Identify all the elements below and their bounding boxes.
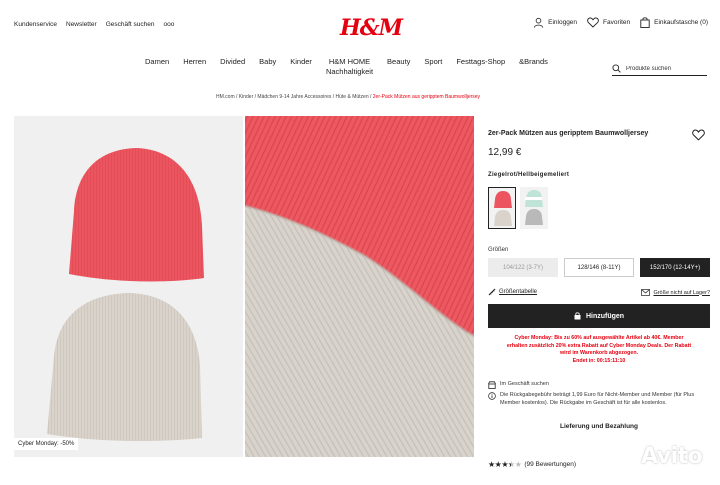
newsletter-link[interactable]: Newsletter [66, 21, 97, 28]
breadcrumb: HM.com / Kinder / Mädchen 9-14 Jahre Acc… [216, 94, 481, 100]
lock-bag-icon [574, 312, 581, 320]
nav-damen[interactable]: Damen [145, 57, 169, 77]
hm-logo[interactable]: H&M [340, 15, 403, 41]
promo-countdown: Endet in: 00:15:11:10 [572, 357, 626, 364]
nav-baby[interactable]: Baby [259, 57, 276, 77]
shopping-bag-icon [640, 17, 650, 28]
nav-hm-home[interactable]: H&M HOME [329, 57, 370, 66]
login-label: Einloggen [548, 19, 578, 26]
nav-nachhaltigkeit[interactable]: Nachhaltigkeit [326, 67, 373, 76]
login-link[interactable]: Einloggen [533, 17, 577, 28]
size-option-104-122[interactable]: 104/122 (3-7Y) [488, 258, 558, 277]
promo-line: erhalten zusätzlich 20% extra Rabatt auf… [506, 342, 692, 349]
size-option-128-146[interactable]: 128/146 (8-11Y) [564, 258, 634, 277]
nav-festtags-shop[interactable]: Festtags-Shop [456, 57, 505, 77]
fabric-closeup-image [245, 116, 474, 457]
top-bar: Kundenservice Newsletter Geschäft suchen… [0, 0, 720, 50]
customer-service-link[interactable]: Kundenservice [14, 21, 57, 28]
swatch-red-beige-image [494, 191, 512, 226]
mail-icon [641, 289, 651, 296]
add-to-cart-button[interactable]: Hinzufügen [488, 304, 710, 328]
delivery-payment-link[interactable]: Lieferung und Bezahlung [488, 423, 710, 430]
search-bar [612, 62, 707, 76]
main-navigation: Damen Herren Divided Baby Kinder H&M HOM… [0, 57, 720, 79]
store-search-label: Im Geschäft suchen [500, 381, 549, 387]
nav-sport[interactable]: Sport [424, 57, 442, 77]
nav-brands[interactable]: &Brands [519, 57, 548, 77]
size-notify-label: Größe nicht auf Lager? [653, 289, 710, 296]
breadcrumb-item[interactable]: Kinder [239, 94, 253, 100]
heart-icon [587, 17, 599, 28]
color-swatch-selected[interactable] [488, 187, 516, 229]
color-name: Ziegelrot/Hellbeigemeliert [488, 172, 570, 178]
favorites-label: Favoriten [603, 19, 631, 26]
product-title: 2er-Pack Mützen aus geripptem Baumwollje… [488, 130, 649, 137]
breadcrumb-item[interactable]: Mädchen 9-14 Jahre Accessoires [257, 94, 331, 100]
nav-items: Damen Herren Divided Baby Kinder H&M HOM… [145, 57, 562, 77]
nav-kinder[interactable]: Kinder [290, 57, 312, 77]
rating-count: (99 Bewertungen) [524, 461, 577, 468]
nav-herren[interactable]: Herren [183, 57, 206, 77]
avito-watermark: Avito [612, 443, 703, 469]
utility-links: Kundenservice Newsletter Geschäft suchen… [14, 21, 174, 28]
store-icon [488, 381, 496, 389]
promo-line: Cyber Monday: Bis zu 60% auf ausgewählte… [514, 335, 684, 341]
product-price: 12,99 € [488, 147, 522, 158]
promo-line: wird im Warenkorb abgezogen. [559, 350, 639, 356]
return-info: Die Rückgabegebühr beträgt 1,99 Euro für… [488, 392, 710, 407]
account-links: Einloggen Favoriten Einkaufstasche (0) [533, 17, 708, 28]
cyber-monday-promo: Cyber Monday: Bis zu 60% auf ausgewählte… [488, 335, 710, 365]
breadcrumb-item[interactable]: HM.com [216, 94, 235, 100]
search-icon [612, 64, 621, 73]
beanies-image [47, 148, 204, 442]
ruler-icon [488, 288, 496, 296]
add-to-cart-label: Hinzufügen [585, 312, 625, 320]
nav-divided[interactable]: Divided [220, 57, 245, 77]
nav-home-group: H&M HOME Nachhaltigkeit [326, 57, 373, 77]
search-input[interactable] [626, 65, 704, 72]
breadcrumb-current: 2er-Pack Mützen aus geripptem Baumwollje… [372, 94, 481, 100]
size-option-152-170[interactable]: 152/170 (12-14Y+) [640, 258, 710, 277]
heart-icon [692, 129, 705, 141]
user-icon [534, 17, 544, 28]
size-guide-label: Größentabelle [499, 289, 538, 295]
favorites-link[interactable]: Favoriten [587, 17, 630, 28]
swatch-mint-grey-image [525, 190, 543, 225]
avito-wordmark: Avito [641, 443, 703, 469]
more-links-icon[interactable]: ooo [164, 21, 175, 28]
breadcrumb-item[interactable]: Hüte & Mützen [336, 94, 369, 100]
star-rating-icon: ★★★★★★ [488, 460, 522, 469]
nav-beauty[interactable]: Beauty [387, 57, 410, 77]
size-notify-link[interactable]: Größe nicht auf Lager? [641, 289, 710, 296]
store-finder-link[interactable]: Geschäft suchen [106, 21, 155, 28]
size-guide-link[interactable]: Größentabelle [488, 288, 537, 296]
product-image-detail[interactable] [245, 116, 474, 457]
store-search-link[interactable]: Im Geschäft suchen [488, 381, 710, 389]
sizes-label: Größen [488, 247, 509, 253]
favorite-button[interactable] [692, 128, 705, 146]
cart-link[interactable]: Einkaufstasche (0) [640, 17, 708, 28]
promo-badge: Cyber Monday: -50% [14, 438, 79, 450]
color-swatch-option[interactable] [520, 187, 548, 229]
return-info-text: Die Rückgabegebühr beträgt 1,99 Euro für… [500, 392, 695, 406]
avito-logo-icon [614, 445, 637, 468]
product-image-flat[interactable]: Cyber Monday: -50% [14, 116, 243, 457]
cart-label: Einkaufstasche (0) [654, 19, 708, 26]
info-icon [488, 392, 496, 400]
product-rating[interactable]: ★★★★★★ (99 Bewertungen) [488, 460, 576, 469]
